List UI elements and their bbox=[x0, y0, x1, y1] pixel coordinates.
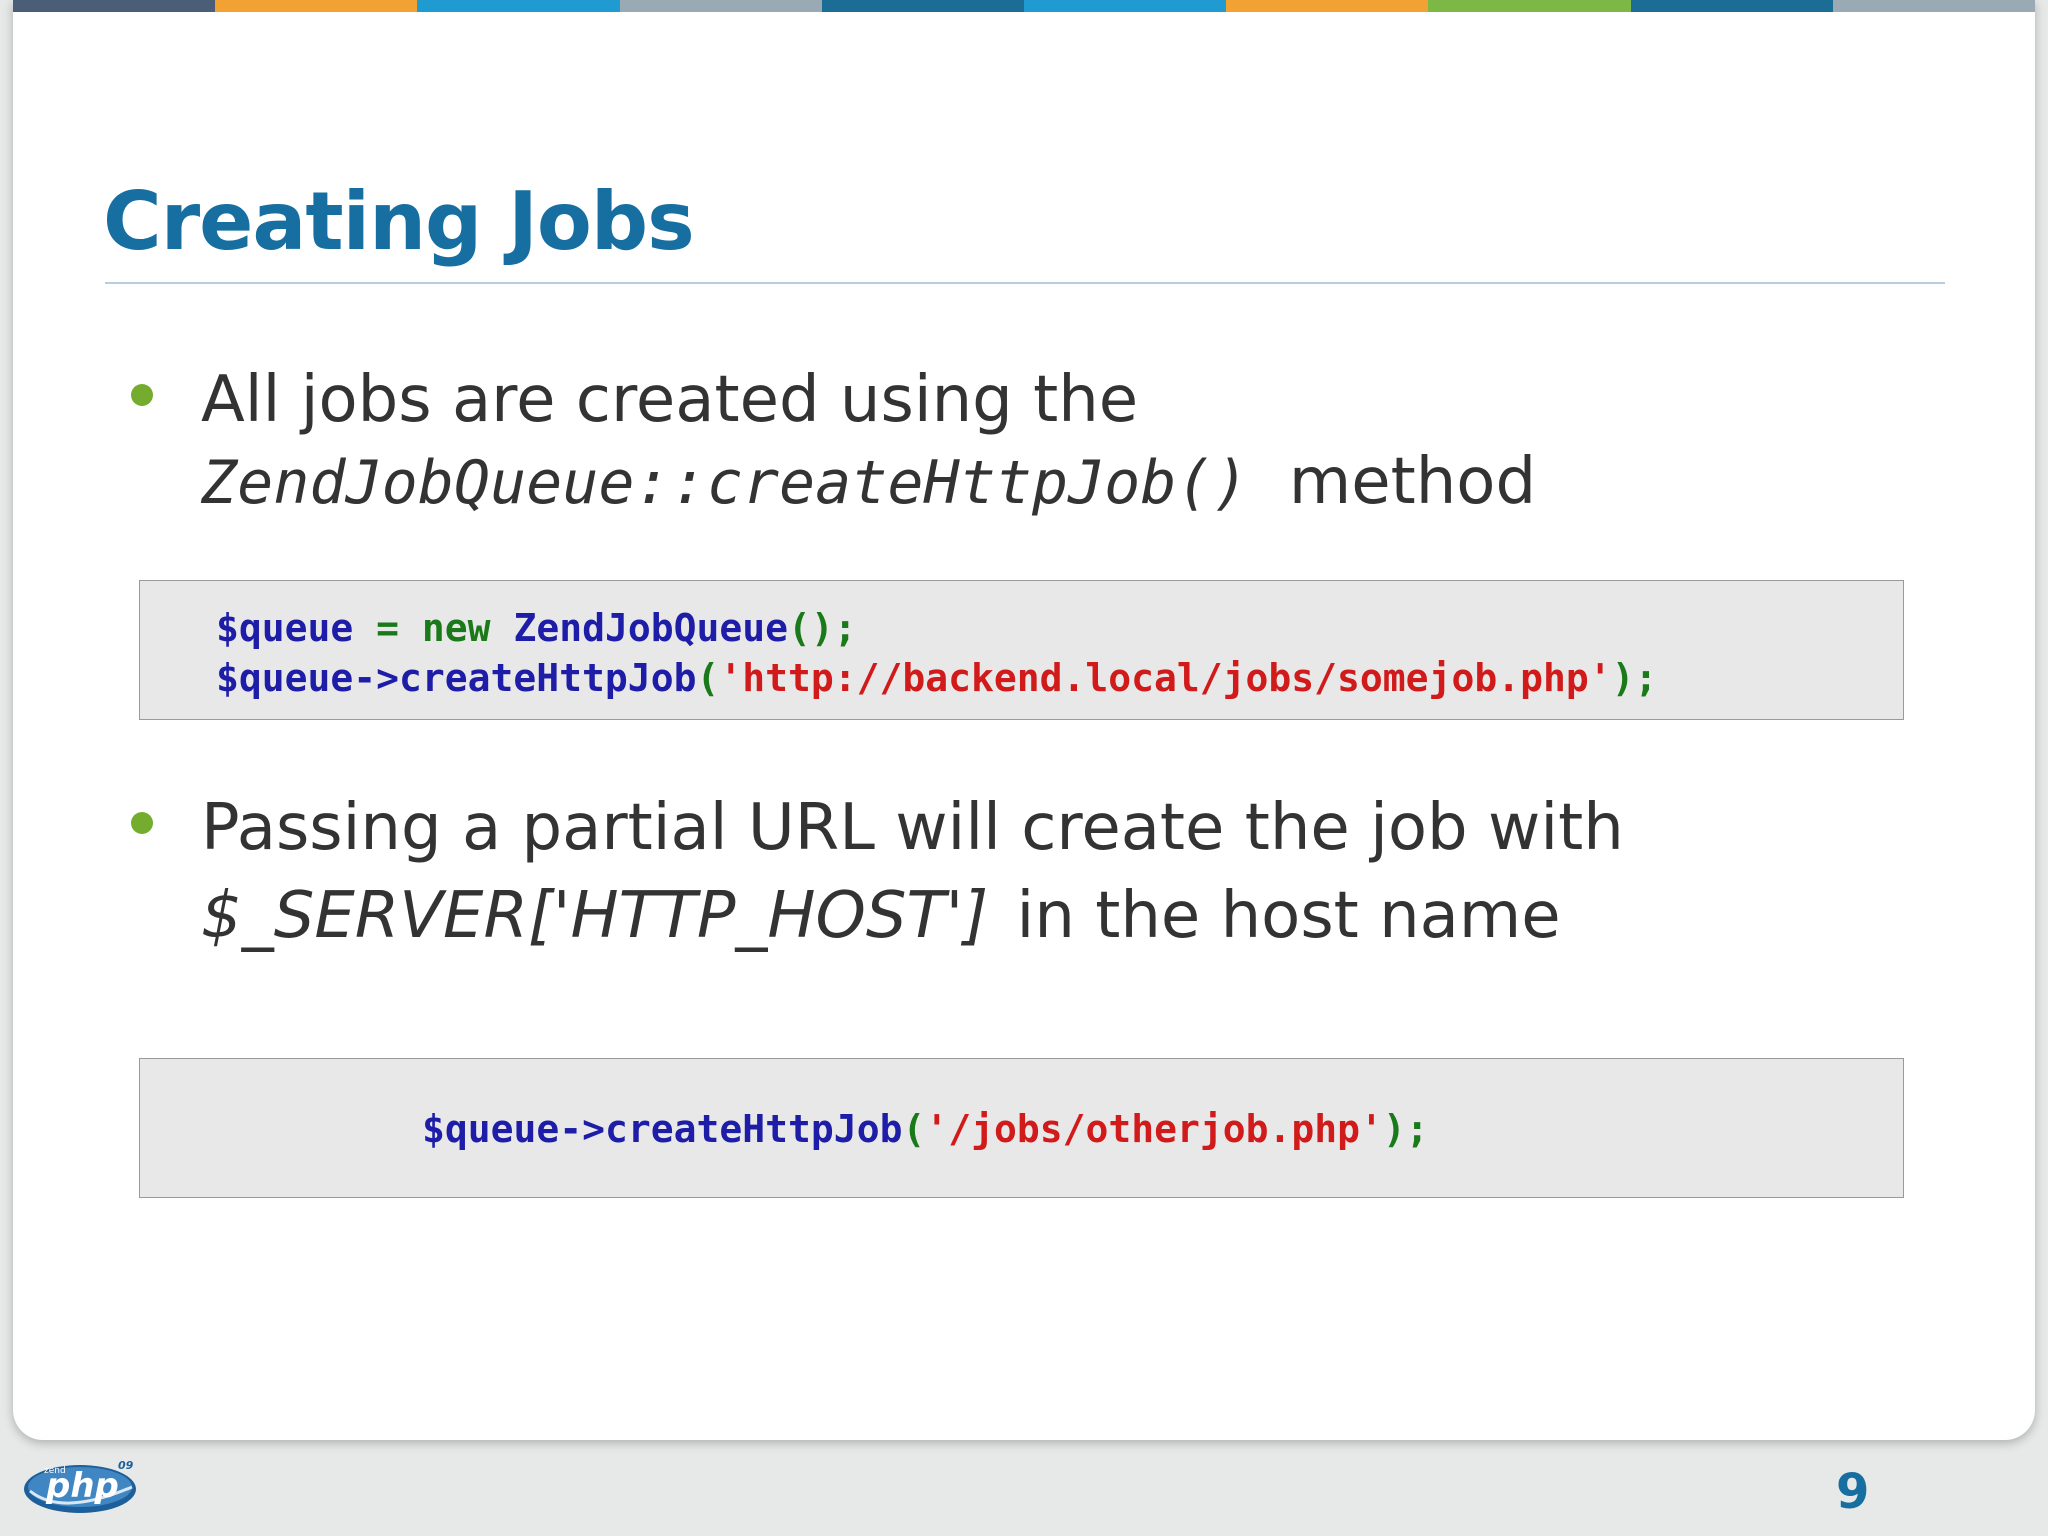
bullet-1-code: ZendJobQueue::createHttpJob() bbox=[201, 448, 1249, 518]
code-open-paren: ( bbox=[902, 1107, 926, 1151]
bullet-dot-1 bbox=[131, 384, 153, 406]
code-block-1-line-1: $queue = new ZendJobQueue(); bbox=[216, 603, 857, 653]
code-string: 'http://backend.local/jobs/somejob.php' bbox=[719, 656, 1612, 700]
top-bar-segment bbox=[417, 0, 620, 12]
top-bar-segment bbox=[619, 0, 822, 12]
code-var: $queue bbox=[216, 606, 354, 650]
page-number: 9 bbox=[1836, 1464, 1870, 1520]
code-class: ZendJobQueue bbox=[513, 606, 788, 650]
zend-php-logo-icon: php zend 09 bbox=[24, 1459, 136, 1513]
code-block-2: $queue->createHttpJob('/jobs/otherjob.ph… bbox=[139, 1058, 1904, 1198]
code-open-paren: ( bbox=[696, 656, 720, 700]
top-bar-segment bbox=[1024, 0, 1227, 12]
bullet-1-line-2: ZendJobQueue::createHttpJob() method bbox=[201, 442, 1536, 523]
top-color-bar bbox=[13, 0, 2035, 12]
bullet-2-host-text: in the host name bbox=[1016, 879, 1561, 953]
code-block-1-line-2: $queue->createHttpJob('http://backend.lo… bbox=[216, 653, 1657, 703]
logo-zend-text: zend bbox=[44, 1466, 66, 1476]
bullet-2-server-var: $_SERVER['HTTP_HOST'] bbox=[201, 879, 989, 953]
code-close-paren: ); bbox=[1382, 1107, 1429, 1151]
code-keyword: new bbox=[421, 606, 514, 650]
code-var: $queue-> bbox=[422, 1107, 606, 1151]
bullet-dot-2 bbox=[131, 812, 153, 834]
logo-year-text: 09 bbox=[118, 1459, 134, 1472]
top-bar-segment bbox=[1226, 0, 1429, 12]
slide: Creating Jobs All jobs are created using… bbox=[13, 0, 2035, 1440]
top-bar-segment bbox=[13, 0, 216, 12]
code-operator: = bbox=[353, 606, 422, 650]
code-function: createHttpJob bbox=[399, 656, 697, 700]
code-close-paren: ); bbox=[1611, 656, 1658, 700]
code-punctuation: (); bbox=[787, 606, 857, 650]
code-var: $queue-> bbox=[216, 656, 400, 700]
code-block-2-line-1: $queue->createHttpJob('/jobs/otherjob.ph… bbox=[422, 1104, 1429, 1154]
zend-php-logo: php zend 09 bbox=[22, 1447, 152, 1527]
top-bar-segment bbox=[1832, 0, 2035, 12]
code-function: createHttpJob bbox=[605, 1107, 903, 1151]
code-block-1: $queue = new ZendJobQueue(); $queue->cre… bbox=[139, 580, 1904, 720]
code-string: '/jobs/otherjob.php' bbox=[925, 1107, 1383, 1151]
top-bar-segment bbox=[1630, 0, 1833, 12]
top-bar-segment bbox=[821, 0, 1025, 12]
title-divider bbox=[105, 282, 1945, 284]
bullet-1-method-word: method bbox=[1288, 445, 1537, 519]
bullet-2-line-1: Passing a partial URL will create the jo… bbox=[201, 791, 1624, 865]
bullet-2-line-2: $_SERVER['HTTP_HOST'] in the host name bbox=[201, 876, 1561, 956]
top-bar-segment bbox=[1428, 0, 1631, 12]
top-bar-segment bbox=[215, 0, 418, 12]
slide-title: Creating Jobs bbox=[103, 175, 695, 268]
bullet-1-line-1: All jobs are created using the bbox=[201, 363, 1139, 437]
